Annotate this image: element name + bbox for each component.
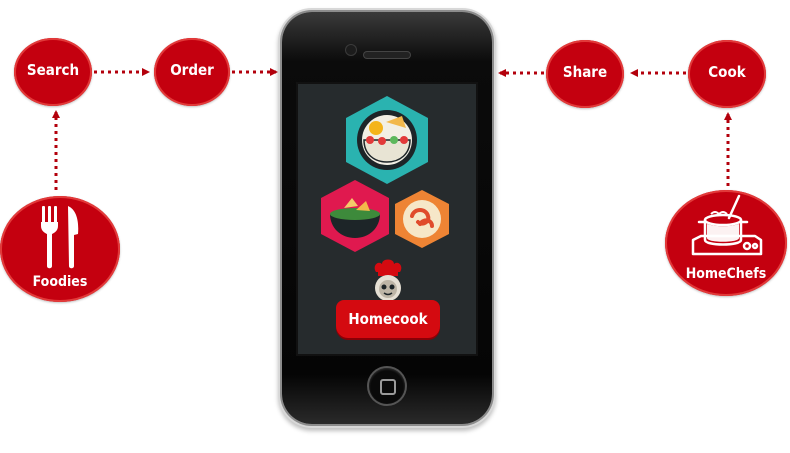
chef-mascot-icon [374,259,402,301]
share-label: Share [562,63,608,81]
home-button-icon [380,379,396,395]
homechefs-label: HomeChefs [685,266,767,282]
soup-bowl-icon[interactable] [318,178,392,254]
foodies-label: Foodies [32,274,88,290]
order-node: Order [154,38,230,106]
cooking-pot-icon [691,194,763,256]
phone-device: Homecook [282,12,492,424]
phone-screen: Homecook [298,84,476,354]
home-button[interactable] [369,368,405,404]
cook-label: Cook [708,63,746,81]
earpiece-speaker [364,52,410,58]
search-node: Search [14,38,92,106]
cook-node: Cook [688,40,766,108]
fork-knife-icon [41,206,79,269]
search-label: Search [26,61,80,79]
shrimp-plate-icon[interactable] [392,188,452,250]
order-label: Order [170,61,214,79]
foodies-node: Foodies [0,196,120,302]
homechefs-node: HomeChefs [665,190,787,296]
homecook-button[interactable]: Homecook [336,300,440,338]
share-node: Share [546,40,624,108]
salad-bowl-icon[interactable] [342,94,432,186]
front-camera [346,45,356,55]
